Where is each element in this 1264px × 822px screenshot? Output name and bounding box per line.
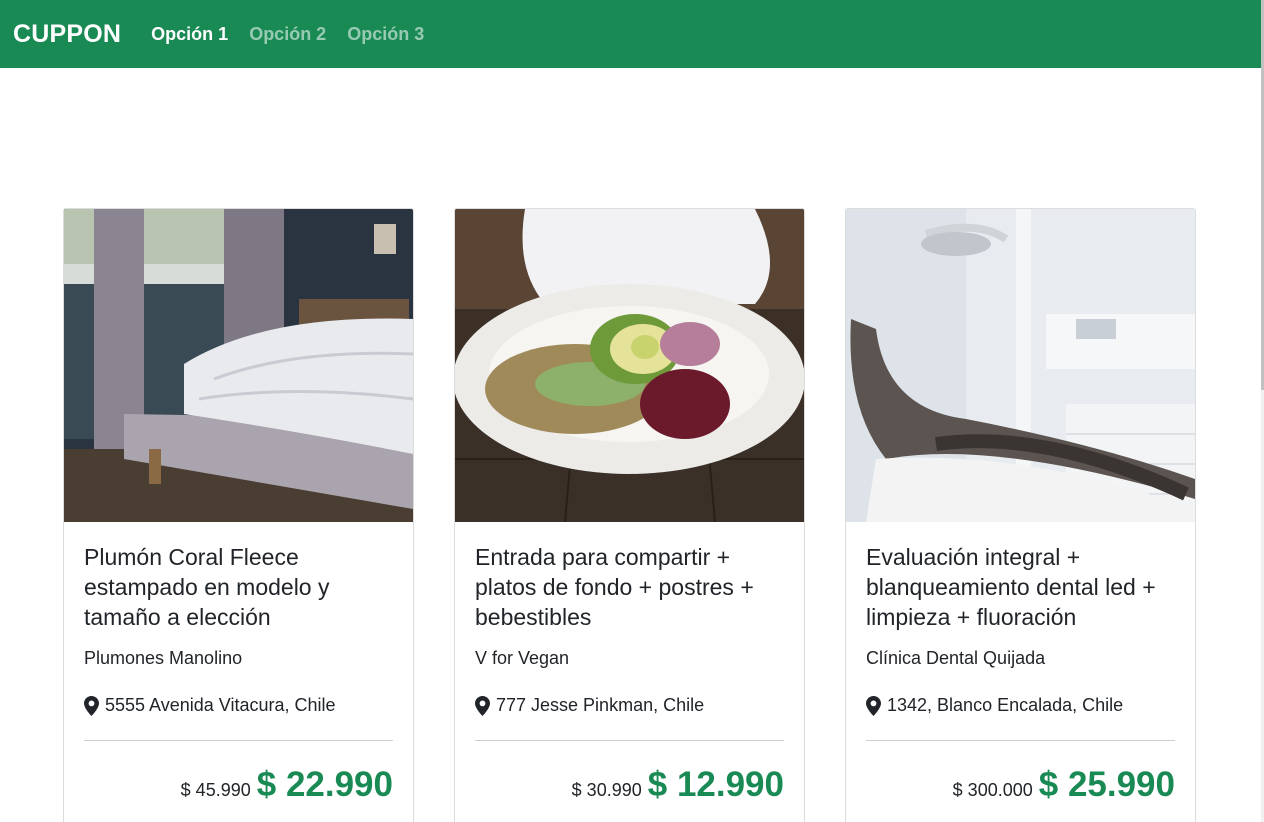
deal-title[interactable]: Entrada para compartir + platos de fondo… (475, 542, 784, 632)
divider (475, 740, 784, 741)
top-navbar: CUPPON Opción 1 Opción 2 Opción 3 (0, 0, 1261, 68)
bedroom-photo[interactable] (64, 209, 413, 522)
address-text: 1342, Blanco Encalada, Chile (887, 695, 1124, 715)
address-text: 777 Jesse Pinkman, Chile (496, 695, 705, 715)
deal-card-1[interactable]: Plumón Coral Fleece estampado en modelo … (63, 208, 414, 822)
address-text: 5555 Avenida Vitacura, Chile (105, 695, 336, 715)
original-price: $ 300.000 (952, 780, 1033, 800)
address: 5555 Avenida Vitacura, Chile (84, 695, 393, 716)
divider (84, 740, 393, 741)
discount-price: $ 22.990 (256, 765, 393, 804)
nav-link-option-2[interactable]: Opción 2 (249, 24, 326, 45)
merchant-name: V for Vegan (475, 648, 570, 668)
dental-chair-photo[interactable] (846, 209, 1195, 522)
deal-title[interactable]: Plumón Coral Fleece estampado en modelo … (84, 542, 393, 632)
price-block: $ 45.990 $ 22.990 (84, 765, 393, 805)
price-block: $ 300.000 $ 25.990 (866, 765, 1175, 805)
map-pin-icon (475, 695, 490, 716)
price-block: $ 30.990 $ 12.990 (475, 765, 784, 805)
original-price: $ 45.990 (180, 780, 251, 800)
map-pin-icon (84, 695, 99, 716)
discount-price: $ 12.990 (647, 765, 784, 804)
deal-title[interactable]: Evaluación integral + blanqueamiento den… (866, 542, 1175, 632)
merchant-name: Clínica Dental Quijada (866, 648, 1046, 668)
divider (866, 740, 1175, 741)
address: 1342, Blanco Encalada, Chile (866, 695, 1175, 716)
discount-price: $ 25.990 (1038, 765, 1175, 804)
original-price: $ 30.990 (571, 780, 642, 800)
deal-card-3[interactable]: Evaluación integral + blanqueamiento den… (845, 208, 1196, 822)
merchant-name: Plumones Manolino (84, 648, 243, 668)
map-pin-icon (866, 695, 881, 716)
address: 777 Jesse Pinkman, Chile (475, 695, 784, 716)
deal-card-2[interactable]: Entrada para compartir + platos de fondo… (454, 208, 805, 822)
vegan-food-photo[interactable] (455, 209, 804, 522)
nav-link-option-1[interactable]: Opción 1 (151, 24, 228, 45)
nav-link-option-3[interactable]: Opción 3 (347, 24, 424, 45)
brand-logo[interactable]: CUPPON (13, 20, 121, 49)
